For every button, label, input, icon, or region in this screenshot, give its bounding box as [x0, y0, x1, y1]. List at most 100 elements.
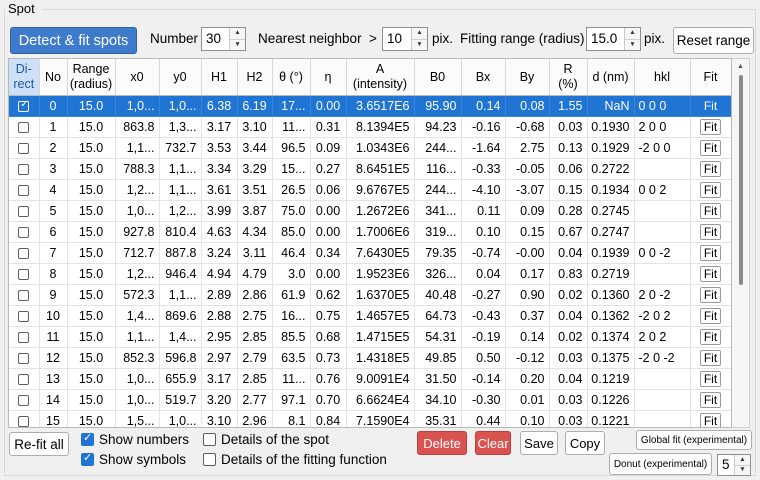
delete-button[interactable]: Delete: [417, 431, 467, 455]
fit-row-button[interactable]: Fit: [699, 350, 722, 366]
save-button[interactable]: Save: [520, 431, 558, 455]
global-fit-button[interactable]: Global fit (experimental): [636, 430, 752, 450]
fit-row-button[interactable]: Fit: [699, 161, 722, 177]
direct-checkbox[interactable]: [18, 143, 30, 155]
detect-fit-spots-button[interactable]: Detect & fit spots: [10, 27, 137, 54]
direct-checkbox[interactable]: [18, 122, 30, 134]
column-header-intensity[interactable]: A (intensity): [346, 59, 415, 96]
column-header-b0[interactable]: B0: [414, 59, 462, 96]
column-header-r[interactable]: R (%): [549, 59, 588, 96]
column-header-theta[interactable]: θ (°): [272, 59, 311, 96]
table-row[interactable]: 10 15.0 1,4... 869.6 2.88 2.75 16... 0.75 1.4657…: [9, 305, 731, 327]
direct-checkbox[interactable]: [18, 248, 30, 260]
table-row[interactable]: 13 15.0 1,0... 655.9 3.17 2.85 11... 0.76 9.0091…: [9, 368, 731, 390]
fit-row-button[interactable]: Fit: [699, 266, 722, 282]
copy-button[interactable]: Copy: [565, 431, 605, 455]
spin-up-icon[interactable]: ▲: [625, 28, 640, 40]
cell-r: 0.04: [549, 368, 588, 390]
cell-h2: 2.85: [237, 326, 273, 348]
table-row[interactable]: 015.01,0...1,0...6.386.1917...0.003.6517…: [9, 95, 731, 117]
fit-row-button[interactable]: Fit: [699, 182, 722, 198]
direct-checkbox[interactable]: [18, 227, 30, 239]
column-header-h2[interactable]: H2: [237, 59, 273, 96]
fit-row-button[interactable]: Fit: [699, 392, 722, 408]
table-row[interactable]: 8 15.0 1,2... 946.4 4.94 4.79 3.0 0.00 1.9523E6 3…: [9, 263, 731, 285]
scroll-up-icon[interactable]: ▲: [737, 63, 744, 70]
spin-down-icon[interactable]: ▼: [735, 466, 750, 476]
clear-button[interactable]: Clear: [475, 431, 511, 455]
details-fitting-checkbox[interactable]: Details of the fitting function: [203, 452, 387, 467]
fit-row-button[interactable]: Fit: [699, 329, 722, 345]
fit-row-button[interactable]: Fit: [699, 119, 722, 135]
table-row[interactable]: 3 15.0 788.3 1,1... 3.34 3.29 15... 0.27 8.6451E…: [9, 158, 731, 180]
fit-row-button[interactable]: Fit: [699, 308, 722, 324]
fit-row-button[interactable]: Fit: [699, 224, 722, 240]
column-header-no[interactable]: No: [39, 59, 68, 96]
spin-up-icon[interactable]: ▲: [412, 28, 427, 40]
refit-all-button[interactable]: Re-fit all: [9, 432, 69, 456]
spin-up-icon[interactable]: ▲: [735, 455, 750, 466]
spin-up-icon[interactable]: ▲: [230, 28, 245, 40]
table-row[interactable]: 2 15.0 1,1... 732.7 3.53 3.44 96.5 0.09 1.0343E6…: [9, 137, 731, 159]
spin-down-icon[interactable]: ▼: [625, 40, 640, 51]
number-spinbox[interactable]: 30 ▲ ▼: [201, 27, 246, 51]
table-row[interactable]: 5 15.0 1,0... 1,2... 3.99 3.87 75.0 0.00 1.2672E…: [9, 200, 731, 222]
direct-checkbox[interactable]: [18, 311, 30, 323]
table-row[interactable]: 4 15.0 1,2... 1,1... 3.61 3.51 26.5 0.06 9.6767E…: [9, 179, 731, 201]
cell-theta: 15...: [272, 158, 311, 180]
fit-row-button[interactable]: Fit: [699, 245, 722, 261]
cell-hkl: 2 0 2: [634, 326, 691, 348]
direct-checkbox[interactable]: [18, 206, 30, 218]
column-header-x0[interactable]: x0: [115, 59, 160, 96]
table-row[interactable]: 9 15.0 572.3 1,1... 2.89 2.86 61.9 0.62 1.6370E5…: [9, 284, 731, 306]
fit-row-button[interactable]: Fit: [699, 203, 722, 219]
column-header-d[interactable]: d (nm): [587, 59, 635, 96]
column-header-range[interactable]: Range (radius): [67, 59, 116, 96]
reset-range-button[interactable]: Reset range: [673, 27, 754, 54]
table-row[interactable]: 6 15.0 927.8 810.4 4.63 4.34 85.0 0.00 1.7006E6 3…: [9, 221, 731, 243]
donut-spinbox[interactable]: 5 ▲ ▼: [717, 454, 751, 476]
cell-hkl: 0 0 0: [634, 95, 691, 117]
table-row[interactable]: 1 15.0 863.8 1,3... 3.17 3.10 11... 0.31 8.1394E…: [9, 116, 731, 138]
table-row[interactable]: 11 15.0 1,1... 1,4... 2.95 2.85 85.5 0.68 1.4715…: [9, 326, 731, 348]
direct-checkbox[interactable]: [18, 374, 30, 386]
cell-r: 0.02: [549, 326, 588, 348]
column-header-y0[interactable]: y0: [159, 59, 202, 96]
table-row[interactable]: 12 15.0 852.3 596.8 2.97 2.79 63.5 0.73 1.4318E5…: [9, 347, 731, 369]
show-numbers-checkbox[interactable]: Show numbers: [81, 431, 189, 447]
direct-checkbox[interactable]: [18, 290, 30, 302]
table-row[interactable]: 14 15.0 1,0... 519.7 3.20 2.77 97.1 0.70 6.6624E…: [9, 389, 731, 411]
fit-row-button[interactable]: Fit: [699, 371, 722, 387]
scrollbar-thumb[interactable]: [739, 75, 743, 285]
direct-checkbox[interactable]: [18, 99, 30, 113]
column-header-hkl[interactable]: hkl: [634, 59, 691, 96]
direct-checkbox[interactable]: [18, 332, 30, 344]
direct-checkbox[interactable]: [18, 353, 30, 365]
column-header-by[interactable]: By: [505, 59, 550, 96]
fit-row-button[interactable]: Fit: [699, 98, 722, 114]
fit-row-button[interactable]: Fit: [699, 140, 722, 156]
nearest-neighbor-spinbox[interactable]: 10 ▲ ▼: [382, 27, 428, 51]
direct-checkbox[interactable]: [18, 416, 30, 427]
direct-checkbox[interactable]: [18, 395, 30, 407]
donut-button[interactable]: Donut (experimental): [609, 453, 712, 475]
table-row[interactable]: 15 15.0 1,5... 1,0... 3.10 2.96 8.1 0.84 7.1590E…: [9, 410, 731, 427]
column-header-eta[interactable]: η: [310, 59, 347, 96]
table-scrollbar[interactable]: ▲: [732, 58, 750, 428]
details-spot-checkbox[interactable]: Details of the spot: [203, 432, 329, 447]
direct-cell: [9, 158, 40, 180]
column-header-direct[interactable]: Di-rect: [9, 59, 40, 96]
fitting-range-spinbox[interactable]: 15.0 ▲ ▼: [586, 27, 641, 51]
column-header-h1[interactable]: H1: [201, 59, 238, 96]
column-header-fit[interactable]: Fit: [690, 59, 731, 96]
direct-checkbox[interactable]: [18, 185, 30, 197]
table-row[interactable]: 7 15.0 712.7 887.8 3.24 3.11 46.4 0.34 7.6430E5 7…: [9, 242, 731, 264]
fit-row-button[interactable]: Fit: [699, 287, 722, 303]
fit-row-button[interactable]: Fit: [699, 413, 722, 427]
spin-down-icon[interactable]: ▼: [412, 40, 427, 51]
spin-down-icon[interactable]: ▼: [230, 40, 245, 51]
column-header-bx[interactable]: Bx: [461, 59, 506, 96]
show-symbols-checkbox[interactable]: Show symbols: [81, 451, 186, 467]
direct-checkbox[interactable]: [18, 269, 30, 281]
direct-checkbox[interactable]: [18, 164, 30, 176]
